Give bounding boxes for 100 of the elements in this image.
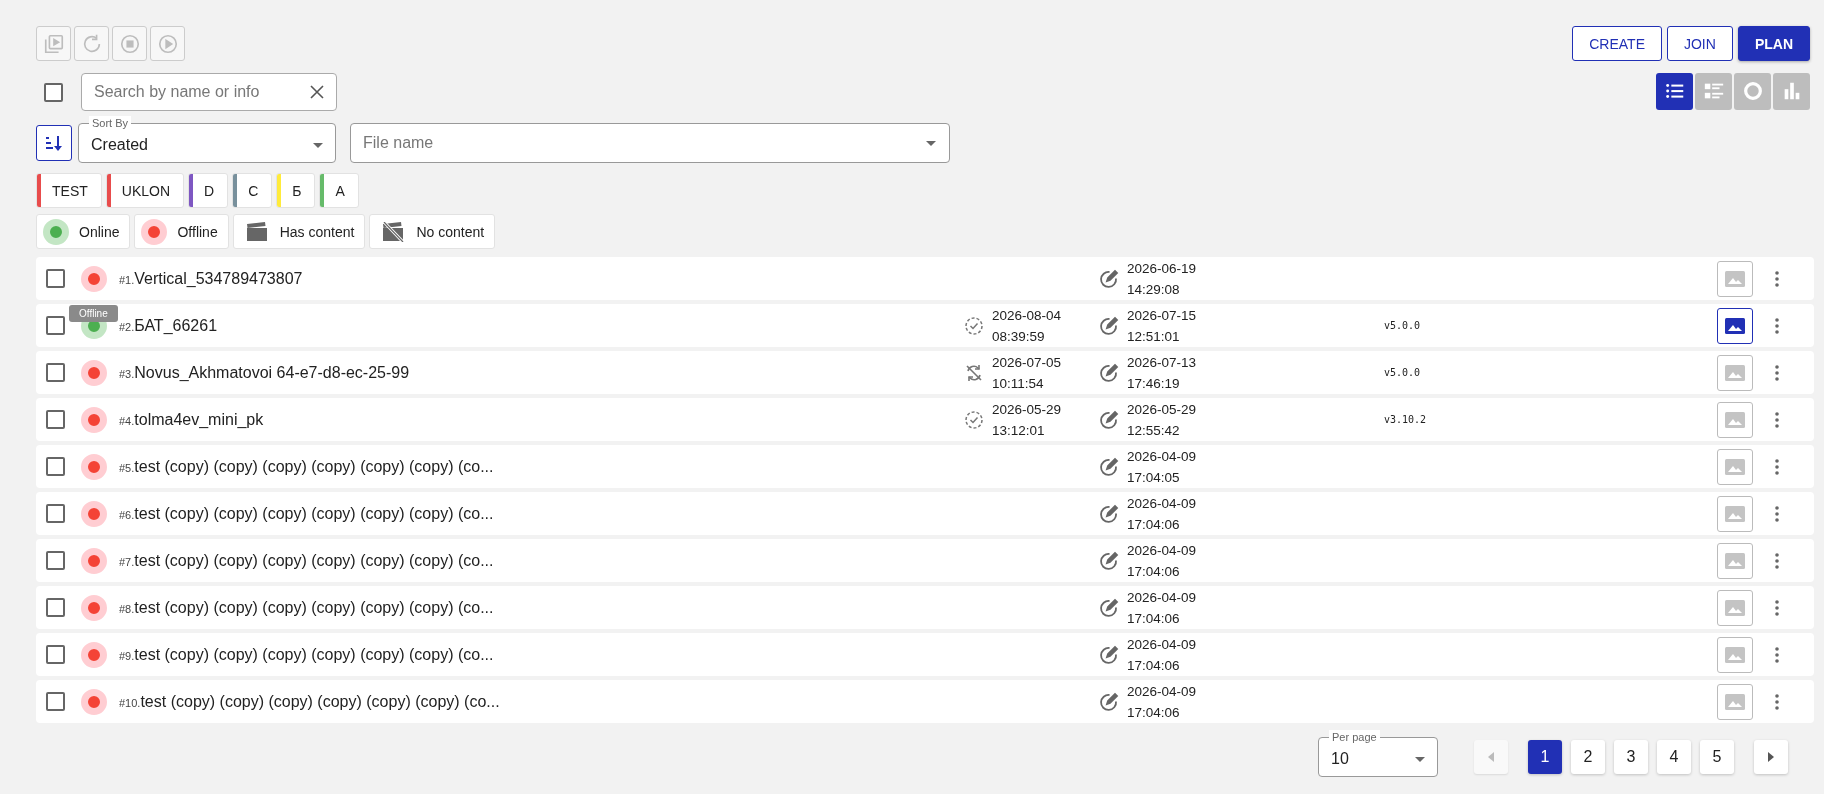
- image-icon: [1725, 552, 1745, 569]
- donut-chart-button[interactable]: [1734, 72, 1771, 110]
- edit-icon: [1099, 691, 1119, 712]
- edit-icon: [1099, 550, 1119, 571]
- version-label: v5.0.0: [1384, 320, 1421, 331]
- select-all-checkbox[interactable]: [44, 82, 63, 102]
- edit-icon: [1099, 362, 1119, 383]
- sync-check-icon: [964, 409, 984, 430]
- row-checkbox[interactable]: [46, 410, 65, 429]
- row-checkbox[interactable]: [46, 316, 65, 335]
- edit-icon: [1099, 644, 1119, 665]
- list-row[interactable]: #10.test (copy) (copy) (copy) (copy) (copy) (copy) (co... 2026-04-09 17:04:06: [36, 680, 1814, 723]
- stop-icon: [118, 32, 141, 55]
- more-vertical-icon: [1775, 317, 1779, 334]
- edited-time: 2026-04-09 17:04:06: [1127, 541, 1197, 581]
- image-icon: [1725, 317, 1745, 334]
- row-checkbox[interactable]: [46, 551, 65, 570]
- tooltip: Offline: [69, 304, 118, 322]
- row-checkbox[interactable]: [46, 598, 65, 617]
- row-checkbox[interactable]: [46, 504, 65, 523]
- device-name: #9.test (copy) (copy) (copy) (copy) (copy) (copy) (co...: [119, 645, 495, 664]
- sync-time: 2026-07-05 10:11:54: [992, 353, 1062, 393]
- clear-icon[interactable]: [309, 84, 325, 100]
- sync-time: 2026-05-29 13:12:01: [992, 400, 1062, 440]
- list-row[interactable]: #3.Novus_Akhmatovoi 64-e7-d8-ec-25-99 2026-07-05 10:11:54 2026-07-13 17:46:19 v5.0.0: [36, 351, 1814, 394]
- edit-icon: [1099, 456, 1119, 477]
- device-name: #2.БАТ_66261: [119, 316, 219, 335]
- outlined-button[interactable]: CREATE: [1572, 26, 1662, 61]
- more-vertical-icon: [1775, 270, 1779, 287]
- edited-time: 2026-04-09 17:04:06: [1127, 682, 1197, 722]
- row-checkbox[interactable]: [46, 645, 65, 664]
- sync-check-icon: [964, 315, 984, 336]
- device-name: #4.tolma4ev_mini_pk: [119, 410, 265, 429]
- filter-chip[interactable]: Has content: [232, 214, 366, 249]
- donut-chart-icon: [1741, 80, 1764, 102]
- image-icon: [1725, 646, 1745, 663]
- page-button[interactable]: 4: [1657, 740, 1691, 774]
- row-checkbox[interactable]: [46, 363, 65, 382]
- tag-chip[interactable]: A: [319, 173, 359, 208]
- device-name: #3.Novus_Akhmatovoi 64-e7-d8-ec-25-99: [119, 363, 411, 382]
- edit-icon: [1099, 409, 1119, 430]
- outlined-button[interactable]: JOIN: [1667, 26, 1733, 61]
- edited-time: 2026-04-09 17:04:06: [1127, 588, 1197, 628]
- tag-chip[interactable]: C: [232, 173, 273, 208]
- list-row[interactable]: #6.test (copy) (copy) (copy) (copy) (copy) (copy) (co... 2026-04-09 17:04:06: [36, 492, 1814, 535]
- list-row[interactable]: #1.Vertical_534789473807 2026-06-19 14:29:08: [36, 257, 1814, 300]
- page-button[interactable]: 2: [1571, 740, 1605, 774]
- file-name-field[interactable]: File name: [350, 123, 950, 163]
- row-checkbox[interactable]: [46, 269, 65, 288]
- filter-chip[interactable]: Online: [36, 214, 131, 249]
- edited-time: 2026-06-19 14:29:08: [1127, 259, 1197, 299]
- list-row[interactable]: Offline #2.БАТ_66261 2026-08-04 08:39:59 2026-07-15 12:51:01 v5.0.0: [36, 304, 1814, 347]
- row-checkbox[interactable]: [46, 457, 65, 476]
- list-view-button[interactable]: [1656, 72, 1693, 110]
- image-icon: [1725, 270, 1745, 287]
- row-checkbox[interactable]: [46, 692, 65, 711]
- device-name: #7.test (copy) (copy) (copy) (copy) (copy) (copy) (co...: [119, 551, 495, 570]
- version-label: v5.0.0: [1384, 367, 1421, 378]
- primary-button[interactable]: PLAN: [1737, 26, 1810, 61]
- version-label: v3.10.2: [1384, 414, 1427, 425]
- online-status-icon: [43, 218, 69, 245]
- more-vertical-icon: [1775, 646, 1779, 663]
- more-vertical-icon: [1775, 505, 1779, 522]
- page-button[interactable]: 1: [1528, 740, 1562, 774]
- edited-time: 2026-04-09 17:04:06: [1127, 494, 1197, 534]
- list-row[interactable]: #7.test (copy) (copy) (copy) (copy) (copy) (copy) (co... 2026-04-09 17:04:06: [36, 539, 1814, 582]
- edited-time: 2026-05-29 12:55:42: [1127, 400, 1197, 440]
- image-icon: [1725, 411, 1745, 428]
- more-vertical-icon: [1775, 599, 1779, 616]
- offline-status-icon: [141, 218, 168, 245]
- bar-chart-button[interactable]: [1773, 72, 1810, 110]
- edited-time: 2026-04-09 17:04:05: [1127, 447, 1197, 487]
- list-row[interactable]: #4.tolma4ev_mini_pk 2026-05-29 13:12:01 2026-05-29 12:55:42 v3.10.2: [36, 398, 1814, 441]
- next-page-button[interactable]: [1754, 740, 1788, 774]
- sort-direction-button[interactable]: [36, 125, 72, 161]
- play-icon: [156, 32, 179, 55]
- sync-disabled-icon: [964, 362, 984, 383]
- page-button[interactable]: 5: [1700, 740, 1734, 774]
- filter-chip[interactable]: No content: [369, 214, 496, 249]
- image-icon: [1725, 693, 1745, 710]
- clapperboard-crossed-icon: [382, 221, 405, 242]
- list-row[interactable]: #5.test (copy) (copy) (copy) (copy) (copy) (copy) (co... 2026-04-09 17:04:05: [36, 445, 1814, 488]
- image-icon: [1725, 458, 1745, 475]
- page-button[interactable]: 3: [1614, 740, 1648, 774]
- filter-chip[interactable]: Offline: [134, 214, 229, 249]
- more-vertical-icon: [1775, 364, 1779, 381]
- image-icon: [1725, 505, 1745, 522]
- tag-chip[interactable]: TEST: [36, 173, 102, 208]
- caret-right-icon: [1768, 752, 1774, 762]
- edit-icon: [1099, 597, 1119, 618]
- tag-chip[interactable]: Б: [276, 173, 316, 208]
- search-field[interactable]: Search by name or info: [81, 73, 337, 111]
- more-vertical-icon: [1775, 552, 1779, 569]
- list-row[interactable]: #9.test (copy) (copy) (copy) (copy) (copy) (copy) (co... 2026-04-09 17:04:06: [36, 633, 1814, 676]
- list-row[interactable]: #8.test (copy) (copy) (copy) (copy) (copy) (copy) (co... 2026-04-09 17:04:06: [36, 586, 1814, 629]
- tag-chip[interactable]: D: [188, 173, 229, 208]
- tag-chip[interactable]: UKLON: [105, 173, 184, 208]
- playlist-icon: [42, 32, 65, 55]
- device-name: #1.Vertical_534789473807: [119, 269, 304, 288]
- preview-button[interactable]: [1717, 307, 1753, 344]
